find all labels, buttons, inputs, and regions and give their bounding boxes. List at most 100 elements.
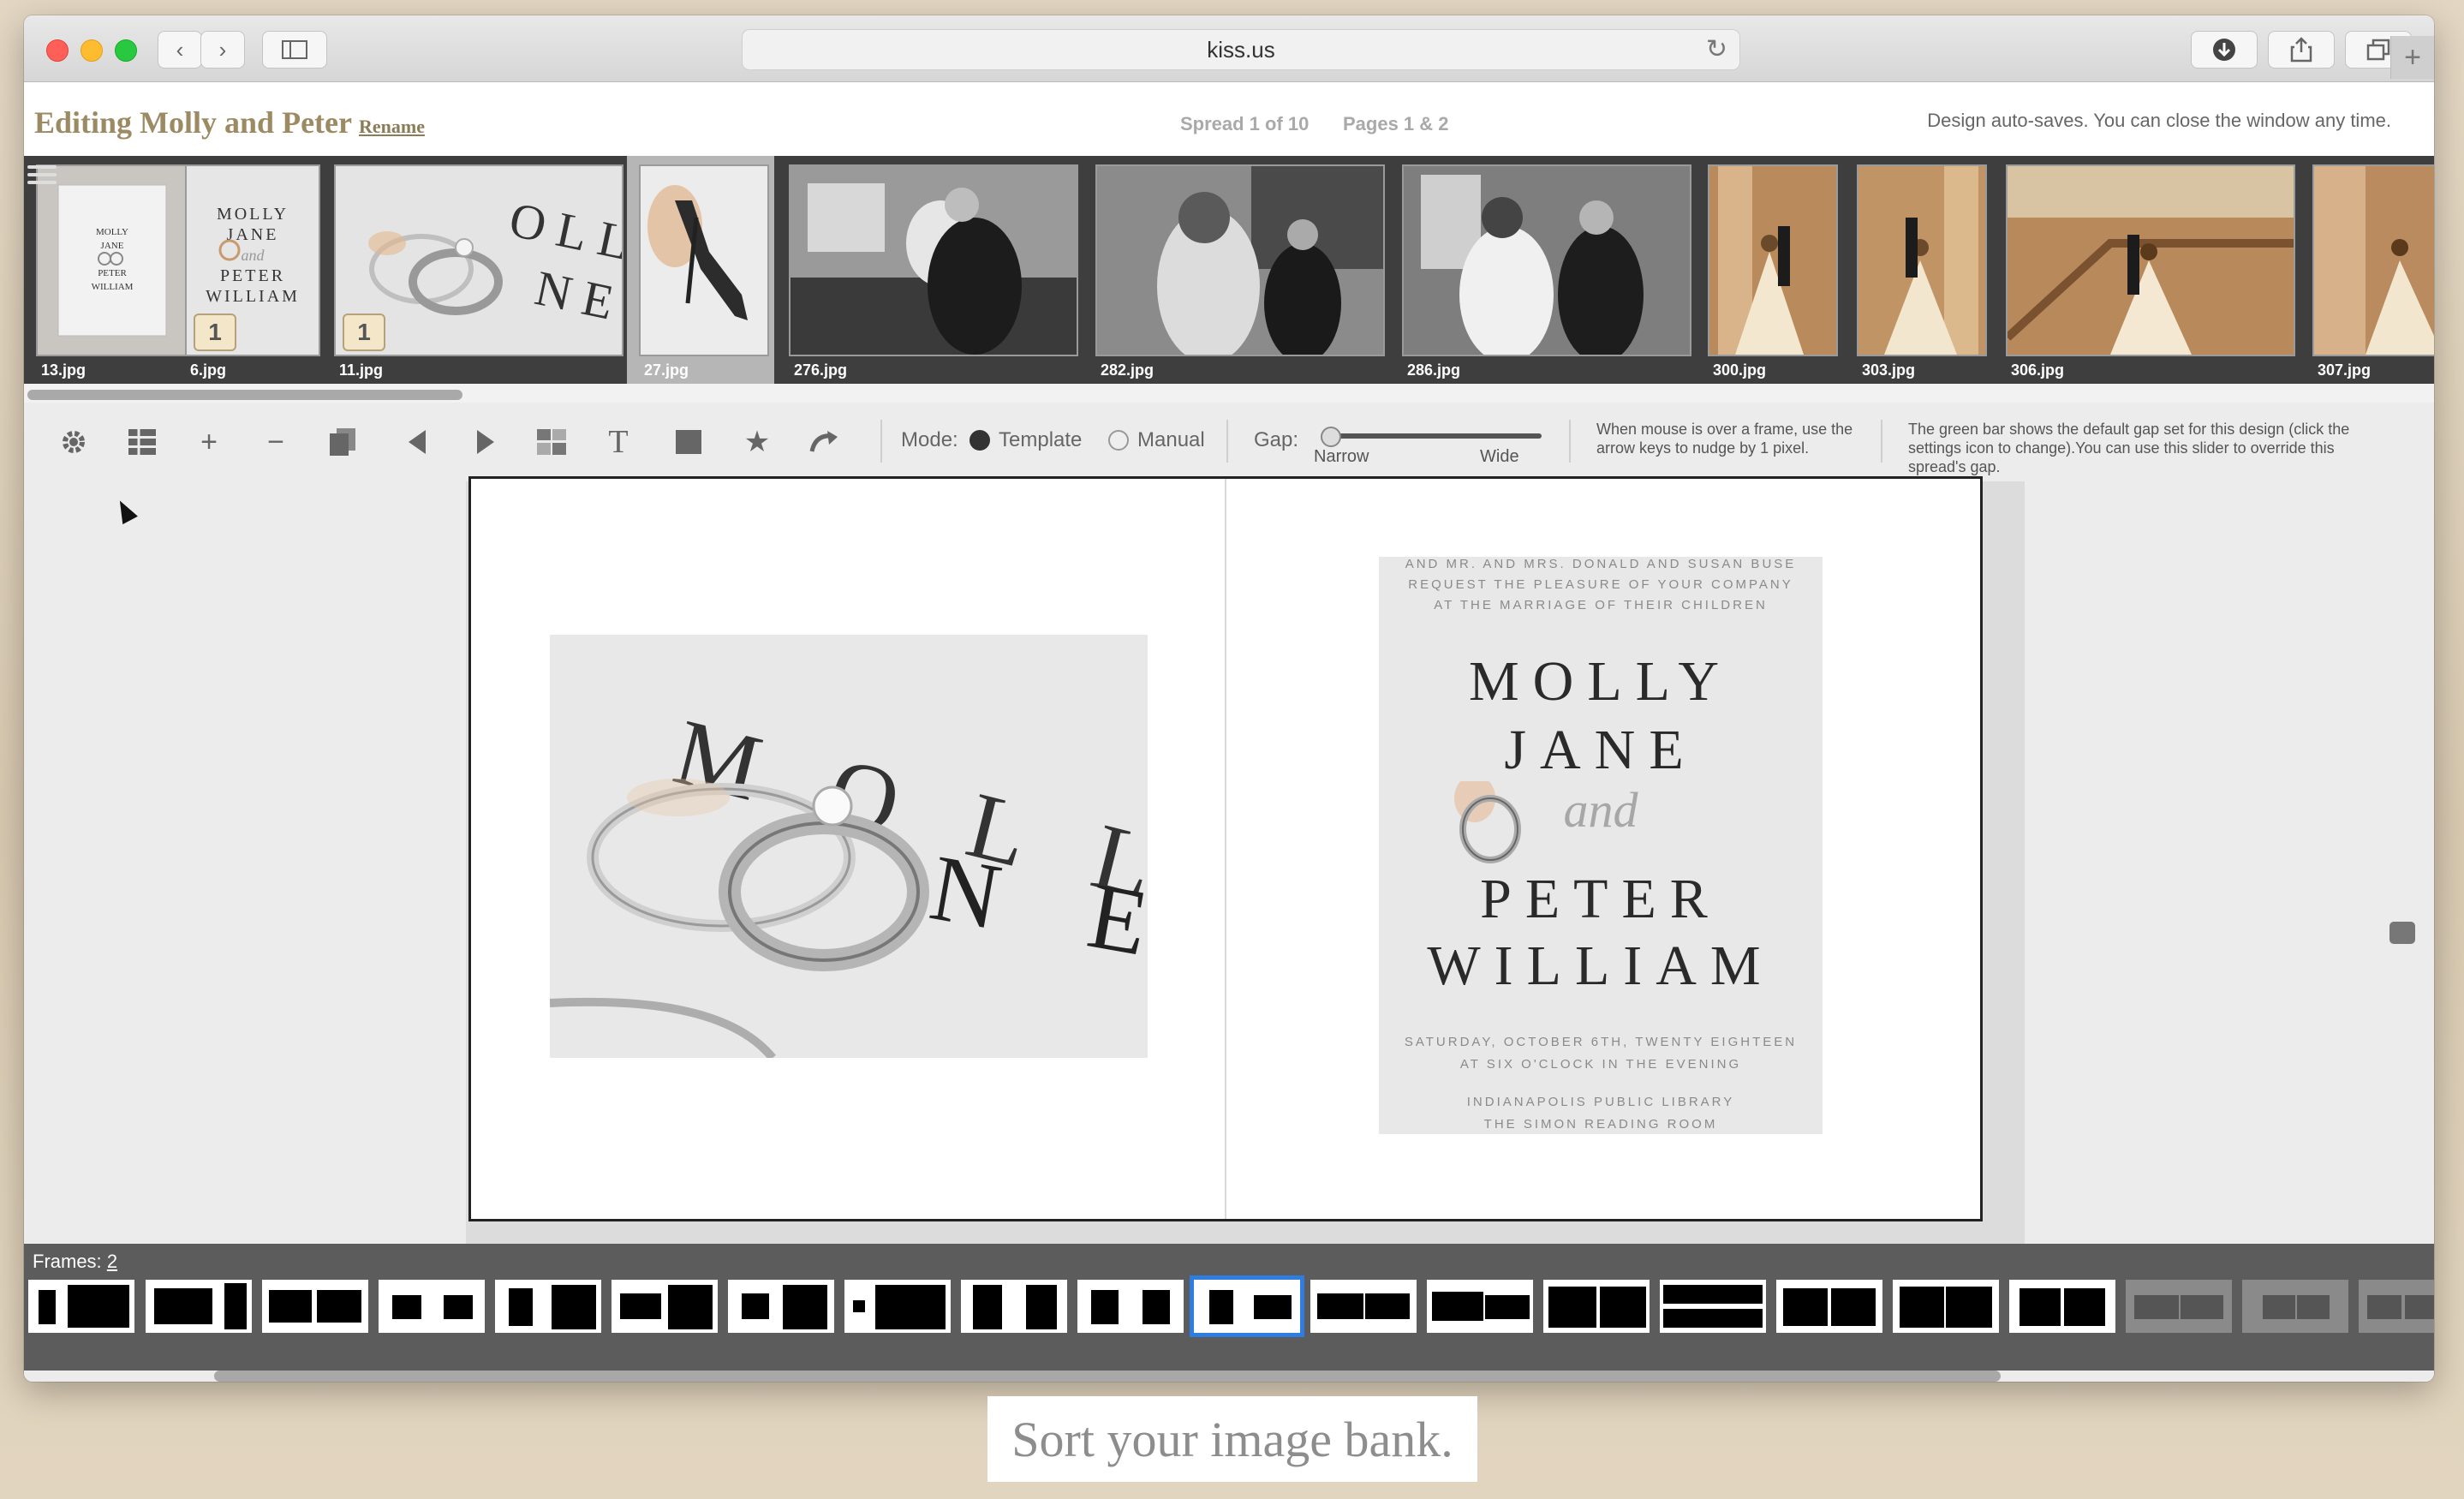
staircase-thumbnail-image (1858, 166, 1985, 355)
layout-option[interactable] (1543, 1280, 1650, 1333)
layout-option[interactable] (612, 1280, 718, 1333)
thumbnail-11[interactable]: OLL NE 1 (334, 164, 623, 356)
forward-button[interactable]: › (200, 31, 245, 69)
add-text-icon[interactable]: T (600, 423, 637, 461)
layout-option[interactable] (495, 1280, 601, 1333)
layout-option-selected[interactable] (1190, 1275, 1304, 1337)
frames-scrollbar[interactable] (24, 1371, 2434, 1382)
thumbnail-6[interactable]: MOLLY JANE and PETER WILLIAM 1 (185, 164, 320, 356)
add-spread-plus-icon[interactable]: + (190, 423, 228, 461)
layout-option[interactable] (146, 1280, 252, 1333)
layout-option[interactable] (1077, 1280, 1184, 1333)
photo-frame-left[interactable]: M O L L N E (550, 635, 1148, 1058)
layout-option[interactable] (1427, 1280, 1533, 1333)
settings-gear-icon[interactable] (55, 423, 92, 461)
invitation-request-line: REQUEST THE PLEASURE OF YOUR COMPANY (1408, 577, 1793, 592)
layout-option[interactable] (2242, 1280, 2348, 1333)
copy-pages-icon[interactable] (324, 423, 361, 461)
layout-option[interactable] (844, 1280, 951, 1333)
invitation-hosts-line: AND MR. AND MRS. DONALD AND SUSAN BUSE (1405, 557, 1797, 571)
staircase-thumbnail-image (1709, 166, 1836, 355)
layout-option[interactable] (262, 1280, 368, 1333)
layout-mosaic-icon[interactable] (533, 423, 570, 461)
thumbnail-13[interactable]: MOLLY JANE PETER WILLIAM (36, 164, 188, 356)
thumbnail-label: 6.jpg (190, 361, 227, 379)
remove-spread-minus-icon[interactable]: − (257, 423, 295, 461)
download-icon (2213, 39, 2235, 61)
new-tab-button[interactable]: + (2390, 36, 2434, 79)
thumbnail-306[interactable] (2006, 164, 2295, 356)
grid-view-icon[interactable] (123, 423, 161, 461)
address-bar[interactable]: kiss.us ↻ (742, 29, 1740, 70)
zoom-window-button[interactable] (115, 39, 137, 62)
app-header: Editing Molly and Peter Rename Spread 1 o… (24, 82, 2434, 156)
mode-manual-radio[interactable] (1108, 430, 1129, 451)
layout-option[interactable] (2359, 1280, 2434, 1333)
layout-option[interactable] (379, 1280, 485, 1333)
layout-option[interactable] (2126, 1280, 2232, 1333)
thumbnail-282[interactable] (1095, 164, 1385, 356)
thumbnail-300[interactable] (1708, 164, 1838, 356)
svg-text:WILLIAM: WILLIAM (92, 282, 134, 292)
svg-text:JANE: JANE (101, 241, 124, 251)
minimize-window-button[interactable] (81, 39, 103, 62)
comment-bubble-icon[interactable] (2389, 922, 2415, 944)
layout-option[interactable] (1660, 1280, 1766, 1333)
gap-slider-handle[interactable] (1321, 427, 1341, 447)
layout-option[interactable] (1776, 1280, 1882, 1333)
nudge-hint: When mouse is over a frame, use the arro… (1596, 421, 1853, 457)
reload-icon[interactable]: ↻ (1706, 34, 1727, 64)
photo-frame-right[interactable]: AND MR. AND MRS. DONALD AND SUSAN BUSE R… (1379, 557, 1823, 1134)
undo-arrow-icon[interactable] (805, 423, 843, 461)
promo-caption: Sort your image bank. (987, 1396, 1477, 1482)
layout-option[interactable] (1893, 1280, 1999, 1333)
invitation-name-molly: MOLLY (1468, 650, 1733, 713)
invitation-and: and (1563, 782, 1638, 838)
favorite-star-icon[interactable]: ★ (738, 423, 776, 461)
invitation-marriage-line: AT THE MARRIAGE OF THEIR CHILDREN (1434, 598, 1768, 612)
pages-indicator: Pages 1 & 2 (1343, 113, 1449, 134)
frames-scroll-thumb[interactable] (214, 1371, 2001, 1382)
spread-fold-line (1225, 479, 1226, 1219)
gap-slider-track[interactable] (1327, 433, 1542, 439)
add-box-square-icon[interactable] (670, 423, 707, 461)
rename-link[interactable]: Rename (359, 116, 425, 137)
thumbnail-303[interactable] (1857, 164, 1987, 356)
sidebar-toggle-button[interactable] (262, 31, 327, 69)
gap-label: Gap: (1254, 428, 1299, 451)
svg-text:OLL: OLL (504, 191, 622, 273)
close-window-button[interactable] (46, 39, 69, 62)
layout-option[interactable] (961, 1280, 1067, 1333)
mode-template-label[interactable]: Template (999, 428, 1082, 452)
toolbar-divider (1569, 420, 1571, 463)
mode-template-radio[interactable] (969, 430, 990, 451)
invitation-name-william: WILLIAM (1427, 935, 1775, 997)
mode-manual-label[interactable]: Manual (1137, 428, 1205, 452)
thumbnail-286[interactable] (1402, 164, 1691, 356)
image-bank-scroll-thumb[interactable] (27, 390, 462, 400)
share-icon (2290, 37, 2312, 63)
image-bank-scrollbar[interactable] (24, 384, 2434, 403)
previous-spread-triangle-icon[interactable] (399, 423, 437, 461)
downloads-button[interactable] (2191, 31, 2258, 69)
url-text: kiss.us (1207, 36, 1275, 63)
svg-text:PETER: PETER (220, 266, 285, 285)
frames-count-value[interactable]: 2 (107, 1251, 117, 1272)
invitation-name-peter: PETER (1480, 868, 1721, 930)
layout-option[interactable] (2009, 1280, 2115, 1333)
layout-option[interactable] (1310, 1280, 1417, 1333)
layout-option[interactable] (28, 1280, 134, 1333)
menu-icon[interactable] (27, 161, 57, 187)
plus-icon: + (2404, 40, 2421, 74)
next-spread-triangle-icon[interactable] (466, 423, 504, 461)
usage-count-badge: 1 (343, 314, 385, 351)
invitation-thumbnail-image: MOLLY JANE PETER WILLIAM (57, 184, 167, 337)
share-button[interactable] (2268, 31, 2335, 69)
invitation-venue-line: INDIANAPOLIS PUBLIC LIBRARY (1466, 1095, 1735, 1109)
thumbnail-307[interactable] (2312, 164, 2434, 356)
thumbnail-27[interactable] (639, 164, 769, 356)
layout-option[interactable] (728, 1280, 834, 1333)
thumbnail-276[interactable] (789, 164, 1078, 356)
back-button[interactable]: ‹ (158, 31, 202, 69)
svg-text:MOLLY: MOLLY (217, 205, 289, 224)
